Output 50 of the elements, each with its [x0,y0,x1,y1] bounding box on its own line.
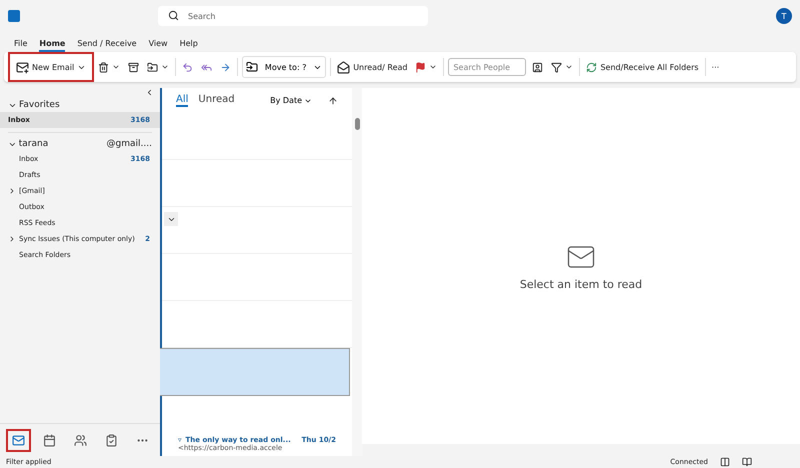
filter-icon [551,62,562,72]
send-receive-button[interactable]: Send/Receive All Folders [584,60,701,74]
flag-icon [415,62,426,72]
caret-icon [429,63,438,71]
caret-icon [161,63,170,71]
new-email-button[interactable]: New Email [10,54,92,80]
sort-button[interactable]: By Date [264,95,318,106]
forward-icon [220,62,232,72]
contact-card-icon [532,62,544,72]
nav-button[interactable] [8,430,29,450]
account-name: tarana [18,139,48,149]
user-avatar[interactable]: T [776,8,792,24]
menu-tab[interactable]: File [14,39,28,52]
folder-icon [246,61,258,73]
expand-icon[interactable] [8,187,16,195]
list-tab[interactable]: Unread [198,94,235,107]
caret-icon [112,63,120,71]
tasks-icon [105,434,118,446]
folder-icon [147,62,158,72]
empty-reading-text: Select an item to read [520,278,642,290]
menu-tab[interactable]: Send / Receive [77,39,137,52]
people-icon [74,434,87,446]
reply-icon [182,62,194,72]
unread-read-button[interactable]: Unread/ Read [335,58,410,76]
collapse-icon[interactable] [145,88,154,97]
search-field[interactable]: Search [158,6,428,26]
normal-view-icon[interactable] [720,457,730,467]
menu-tab[interactable]: View [148,39,168,52]
archive-icon [128,62,140,72]
account-domain: @gmail.... [106,139,152,149]
expand-button[interactable] [164,212,178,226]
trash-icon [98,62,110,72]
envelope-icon [337,60,350,74]
menu-tab[interactable]: Help [180,39,198,52]
search-people-field[interactable]: Search People [448,58,526,76]
list-tab[interactable]: All [176,94,188,107]
calendar-icon [43,434,56,446]
menu-tab[interactable]: Home [39,39,66,52]
favorites-header[interactable]: Favorites [19,100,60,110]
sync-icon [586,62,598,72]
more-button[interactable]: ··· [710,60,722,74]
move-to-dropdown[interactable]: Move to: ? [242,56,326,78]
reading-view-icon[interactable] [742,457,752,467]
search-icon [168,10,179,21]
sort-order-icon[interactable] [328,96,338,106]
mail-icon [12,434,25,446]
mail-plus-icon [16,60,29,74]
caret-icon [565,63,574,71]
reply-all-icon [201,62,212,72]
expand-icon[interactable] [8,235,16,243]
